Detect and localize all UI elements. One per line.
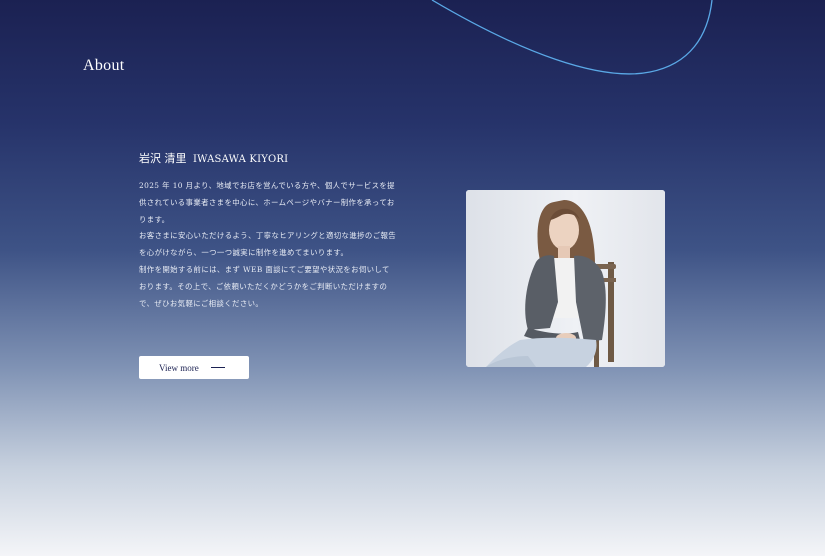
bio-paragraph: 制作を開始する前には、まず WEB 面談にてご要望や状況をお伺いしております。そ… (139, 264, 390, 308)
bio-paragraph: お客さまに安心いただけるよう、丁寧なヒアリングと適切な進捗のご報告を心がけながら… (139, 231, 397, 258)
section-title: About (83, 57, 125, 74)
view-more-label: View more (159, 362, 199, 373)
dash-line-icon (210, 367, 225, 368)
person-portrait-image (466, 190, 665, 367)
name-japanese: 岩沢 清里 (139, 152, 187, 165)
profile-bio: 2025 年 10 月より、地域でお店を営んでいる方や、個人でサービスを提供され… (139, 178, 397, 312)
profile-photo (466, 190, 665, 367)
decorative-curve (431, 0, 713, 75)
bio-paragraph: 2025 年 10 月より、地域でお店を営んでいる方や、個人でサービスを提供され… (139, 181, 395, 224)
profile-text: 岩沢 清里 IWASAWA KIYORI 2025 年 10 月より、地域でお店… (139, 150, 397, 312)
name-english: IWASAWA KIYORI (193, 154, 289, 165)
view-more-button[interactable]: View more (139, 356, 249, 379)
profile-name: 岩沢 清里 IWASAWA KIYORI (139, 150, 397, 166)
